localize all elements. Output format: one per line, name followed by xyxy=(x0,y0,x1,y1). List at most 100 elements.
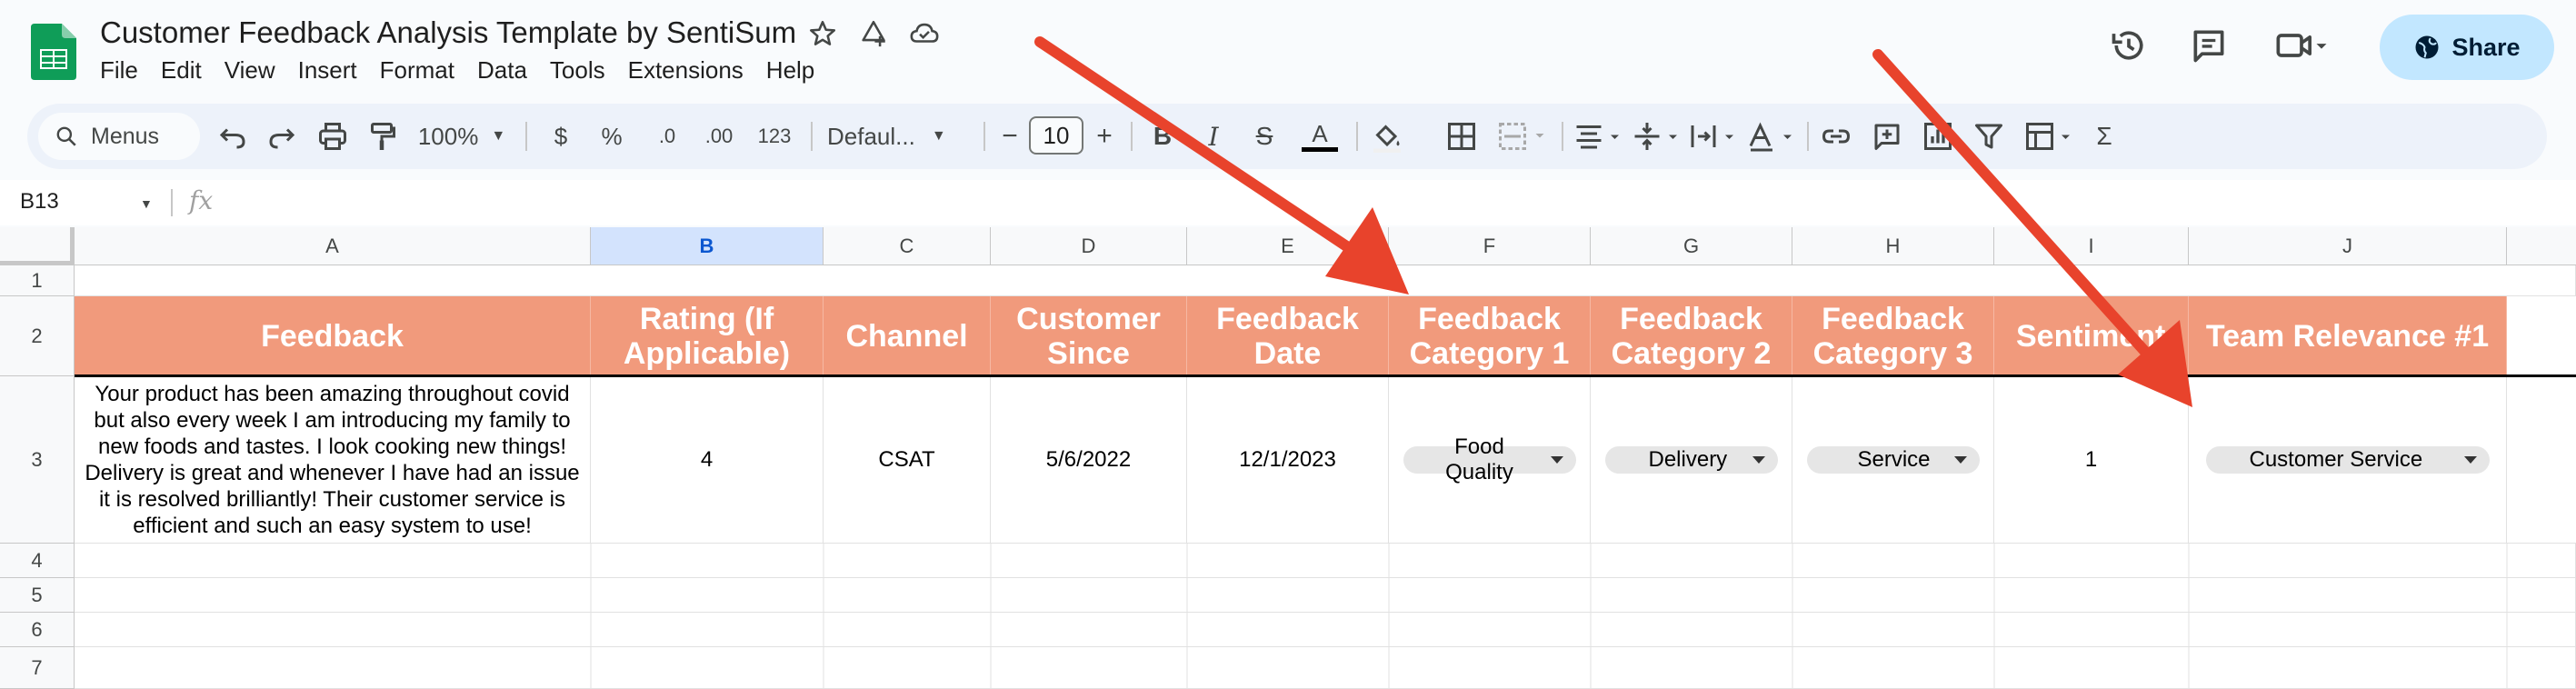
paint-format-icon[interactable] xyxy=(365,120,398,153)
borders-icon[interactable] xyxy=(1445,120,1478,153)
cell-feedback-date[interactable]: 12/1/2023 xyxy=(1187,377,1389,544)
name-box-caret-icon[interactable]: ▼ xyxy=(140,196,153,211)
cell-sentiment[interactable]: 1 xyxy=(1994,377,2189,544)
column-header-j[interactable]: J xyxy=(2189,227,2507,265)
cell-k3[interactable] xyxy=(2507,377,2576,544)
filter-views-icon[interactable] xyxy=(2023,120,2078,153)
menu-edit[interactable]: Edit xyxy=(161,56,202,85)
bold-button[interactable]: B xyxy=(1149,120,1176,153)
redo-icon[interactable] xyxy=(265,120,298,153)
font-size-input[interactable]: 10 xyxy=(1029,116,1083,155)
sheets-logo-icon[interactable] xyxy=(31,24,76,80)
column-header-c[interactable]: C xyxy=(824,227,991,265)
cell-category-2[interactable]: Delivery xyxy=(1591,377,1792,544)
star-icon[interactable] xyxy=(807,18,838,49)
column-header-h[interactable]: H xyxy=(1792,227,1994,265)
cell-k2[interactable] xyxy=(2507,296,2576,376)
strikethrough-button[interactable]: S xyxy=(1251,120,1278,153)
menu-help[interactable]: Help xyxy=(766,56,814,85)
percent-format-button[interactable]: % xyxy=(598,120,625,153)
cell-rating[interactable]: 4 xyxy=(591,377,824,544)
select-all-corner[interactable] xyxy=(0,227,75,265)
header-cell-feedback-date[interactable]: Feedback Date xyxy=(1187,296,1389,376)
column-header-b[interactable]: B xyxy=(591,227,824,265)
menu-insert[interactable]: Insert xyxy=(298,56,357,85)
fill-color-icon[interactable] xyxy=(1371,120,1403,153)
italic-button[interactable]: I xyxy=(1200,120,1227,153)
cell-category-3[interactable]: Service xyxy=(1792,377,1994,544)
menu-extensions[interactable]: Extensions xyxy=(628,56,744,85)
currency-format-button[interactable]: $ xyxy=(547,120,574,153)
column-header-g[interactable]: G xyxy=(1591,227,1792,265)
cell-customer-since[interactable]: 5/6/2022 xyxy=(991,377,1187,544)
menu-file[interactable]: File xyxy=(100,56,138,85)
name-box[interactable]: B13 xyxy=(20,189,59,215)
header-cell-sentiment[interactable]: Sentiment xyxy=(1994,296,2189,376)
menu-tools[interactable]: Tools xyxy=(550,56,605,85)
header-cell-customer-since[interactable]: Customer Since xyxy=(991,296,1187,376)
dropdown-chip-category-1[interactable]: Food Quality xyxy=(1403,434,1576,484)
vertical-align-icon[interactable] xyxy=(1631,120,1685,153)
text-color-swatch xyxy=(1302,146,1338,152)
dropdown-chip-category-2[interactable]: Delivery xyxy=(1604,446,1778,474)
row-header-1[interactable]: 1 xyxy=(0,265,75,296)
cell-team-relevance[interactable]: Customer Service xyxy=(2189,377,2507,544)
menus-search[interactable]: Menus xyxy=(38,113,200,160)
header-cell-category-3[interactable]: Feedback Category 3 xyxy=(1792,296,1994,376)
column-header-a[interactable]: A xyxy=(75,227,591,265)
header-cell-category-2[interactable]: Feedback Category 2 xyxy=(1591,296,1792,376)
dropdown-chip-team-relevance[interactable]: Customer Service xyxy=(2205,446,2490,474)
row-header-3[interactable]: 3 xyxy=(0,376,75,544)
menu-view[interactable]: View xyxy=(225,56,275,85)
dropdown-chip-category-3[interactable]: Service xyxy=(1806,446,1980,474)
cell-channel[interactable]: CSAT xyxy=(824,377,991,544)
undo-icon[interactable] xyxy=(216,120,249,153)
menu-data[interactable]: Data xyxy=(477,56,527,85)
text-color-button[interactable]: A xyxy=(1300,120,1340,153)
font-select[interactable]: Defaul... ▼ xyxy=(827,120,973,153)
column-header-e[interactable]: E xyxy=(1187,227,1389,265)
column-header-k[interactable] xyxy=(2507,227,2576,265)
horizontal-align-icon[interactable] xyxy=(1573,120,1627,153)
insert-chart-icon[interactable] xyxy=(1922,120,1954,153)
row-1-cells[interactable] xyxy=(75,265,2576,296)
font-size-increase-button[interactable]: + xyxy=(1093,120,1116,153)
text-rotation-icon[interactable] xyxy=(1745,120,1800,153)
chip-label: Customer Service xyxy=(2249,447,2423,472)
menu-format[interactable]: Format xyxy=(380,56,454,85)
functions-button[interactable]: Σ xyxy=(2091,120,2118,153)
more-formats-button[interactable]: 123 xyxy=(754,120,794,153)
formula-input[interactable] xyxy=(236,185,2545,220)
font-size-decrease-button[interactable]: − xyxy=(998,120,1022,153)
filter-icon[interactable] xyxy=(1972,120,2005,153)
zoom-select[interactable]: 100% ▼ xyxy=(416,120,507,153)
text-wrapping-icon[interactable] xyxy=(1687,120,1742,153)
decrease-decimal-button[interactable]: .0 xyxy=(649,120,685,153)
merge-cells-icon[interactable] xyxy=(1496,120,1551,153)
move-to-folder-icon[interactable] xyxy=(858,18,889,49)
cell-feedback-text[interactable]: Your product has been amazing throughout… xyxy=(75,377,591,544)
chevron-down-icon xyxy=(1953,456,1967,464)
meet-video-icon[interactable] xyxy=(2272,25,2331,65)
header-cell-channel[interactable]: Channel xyxy=(824,296,991,376)
formula-divider xyxy=(171,189,173,216)
header-cell-rating[interactable]: Rating (If Applicable) xyxy=(591,296,824,376)
print-icon[interactable] xyxy=(316,120,349,153)
cloud-status-icon[interactable] xyxy=(909,18,940,49)
column-header-d[interactable]: D xyxy=(991,227,1187,265)
share-button[interactable]: Share xyxy=(2380,15,2554,80)
column-header-i[interactable]: I xyxy=(1994,227,2189,265)
comments-icon[interactable] xyxy=(2189,25,2229,65)
version-history-icon[interactable] xyxy=(2109,25,2149,65)
document-title[interactable]: Customer Feedback Analysis Template by S… xyxy=(100,15,796,50)
increase-decimal-button[interactable]: .00 xyxy=(698,120,740,153)
row-header-2[interactable]: 2 xyxy=(0,296,75,376)
insert-link-icon[interactable] xyxy=(1820,120,1852,153)
header-cell-category-1[interactable]: Feedback Category 1 xyxy=(1389,296,1591,376)
toolbar: Menus 100% ▼ $ % .0 .00 123 Defaul... ▼ … xyxy=(27,104,2547,169)
cell-category-1[interactable]: Food Quality xyxy=(1389,377,1591,544)
insert-comment-icon[interactable] xyxy=(1871,120,1903,153)
header-cell-feedback[interactable]: Feedback xyxy=(75,296,591,376)
column-header-f[interactable]: F xyxy=(1389,227,1591,265)
header-cell-team-relevance[interactable]: Team Relevance #1 xyxy=(2189,296,2507,376)
